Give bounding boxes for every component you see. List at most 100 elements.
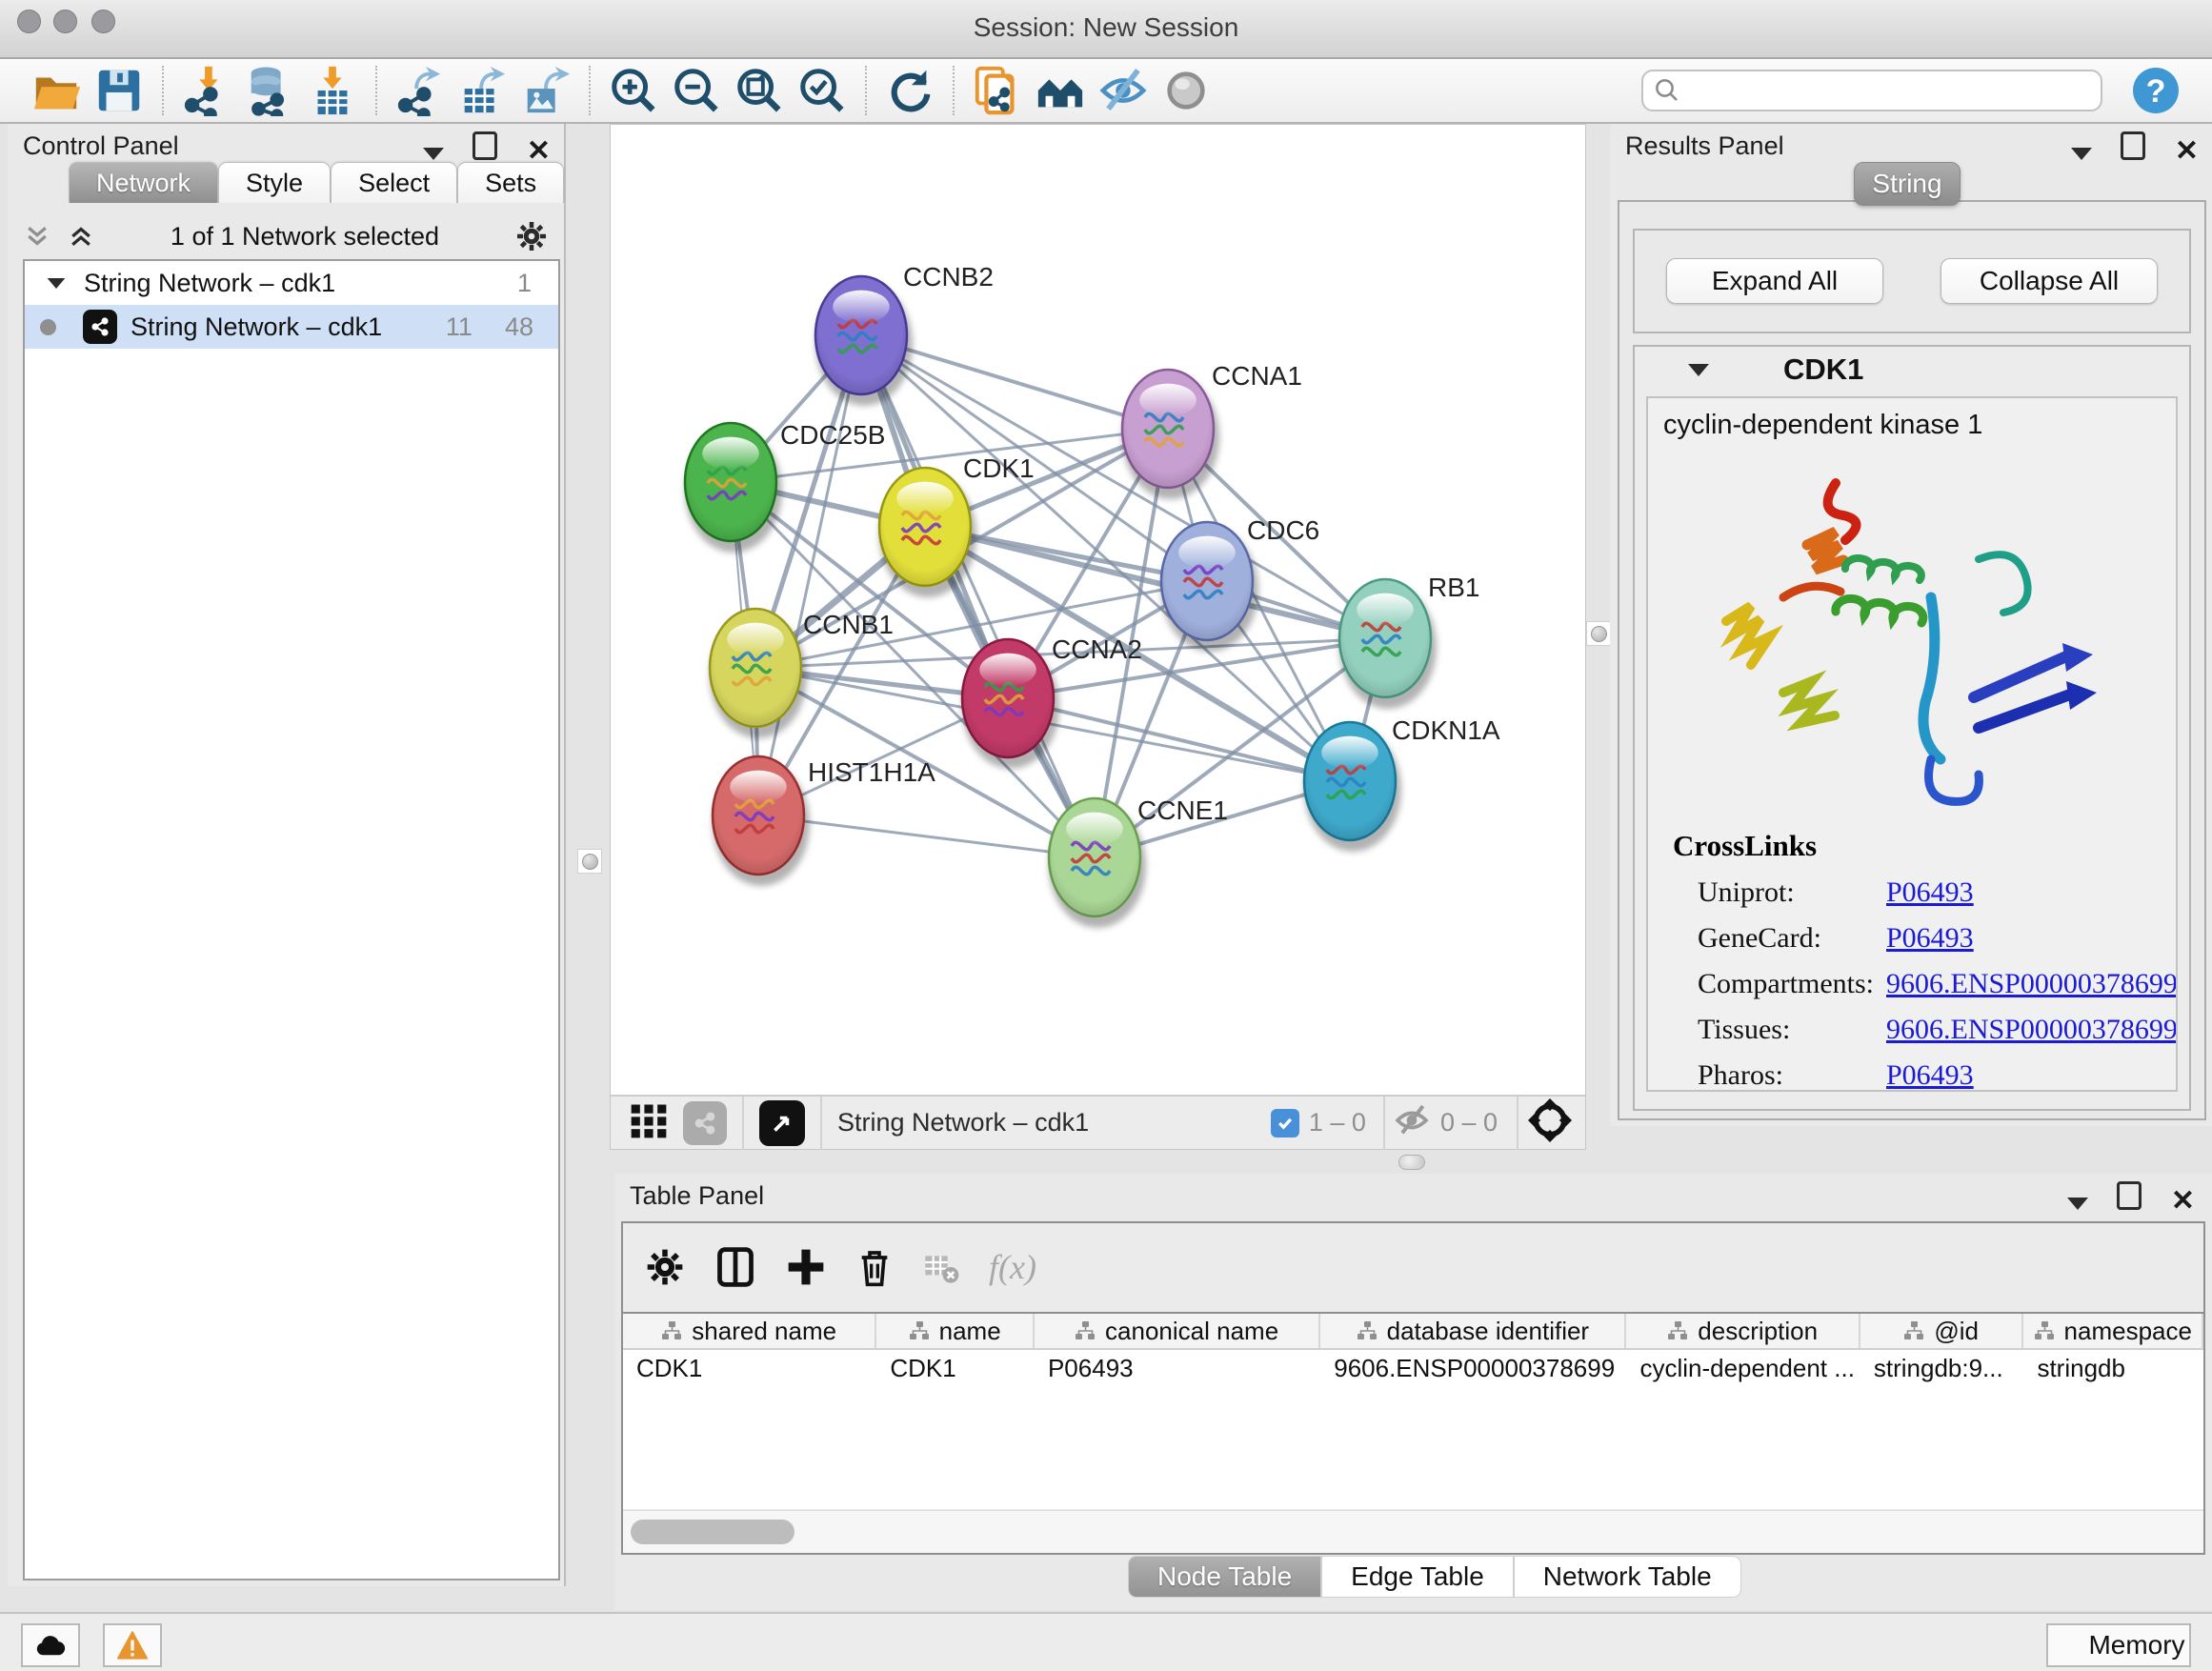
float-panel-icon[interactable]: [2121, 131, 2145, 160]
tab-edge-table[interactable]: Edge Table: [1321, 1556, 1514, 1598]
show-all-icon[interactable]: [1159, 64, 1213, 117]
tab-string[interactable]: String: [1854, 162, 1961, 206]
hidden-eye-icon[interactable]: [1393, 1101, 1431, 1144]
table-row[interactable]: CDK1CDK1P064939606.ENSP00000378699cyclin…: [623, 1350, 2203, 1386]
zoom-out-icon[interactable]: [670, 64, 723, 117]
import-table-file-icon[interactable]: [306, 64, 359, 117]
add-column-icon[interactable]: [785, 1246, 827, 1288]
network-row[interactable]: String Network – cdk1 11 48: [25, 305, 558, 349]
crosslink-link[interactable]: P06493: [1886, 1059, 1974, 1092]
selected-checkbox-icon[interactable]: [1271, 1109, 1299, 1137]
hide-selected-icon[interactable]: [1096, 64, 1150, 117]
collapse-panel-icon[interactable]: [2067, 1198, 2088, 1210]
tree-expand-icon[interactable]: [48, 277, 66, 288]
search-input[interactable]: [1681, 75, 2085, 107]
export-network-icon[interactable]: [393, 64, 447, 117]
pan-crosshair-icon[interactable]: [1528, 1098, 1572, 1147]
table-cell[interactable]: stringdb:9...: [1860, 1354, 2024, 1383]
tab-select[interactable]: Select: [331, 162, 457, 203]
network-node-CCNA1[interactable]: [1122, 370, 1219, 499]
column-header[interactable]: namespace: [2023, 1314, 2203, 1348]
close-panel-icon[interactable]: ✕: [527, 140, 551, 163]
network-edge[interactable]: [758, 335, 861, 815]
network-node-CDKN1A[interactable]: [1304, 722, 1401, 852]
horizontal-splitter-handle[interactable]: [1398, 1155, 1425, 1170]
tab-sets[interactable]: Sets: [457, 162, 564, 203]
collapse-panel-icon[interactable]: [423, 148, 444, 160]
table-cell[interactable]: stringdb: [2023, 1354, 2203, 1383]
right-splitter-handle[interactable]: [1586, 621, 1611, 646]
export-image-icon[interactable]: [519, 64, 573, 117]
left-splitter-handle[interactable]: [577, 849, 602, 874]
zoom-fit-icon[interactable]: [733, 64, 786, 117]
network-node-HIST1H1A[interactable]: [713, 756, 810, 886]
tab-style[interactable]: Style: [218, 162, 331, 203]
network-node-CCNB2[interactable]: [815, 276, 913, 406]
import-network-file-icon[interactable]: [180, 64, 233, 117]
import-network-database-icon[interactable]: [243, 64, 296, 117]
refresh-icon[interactable]: [883, 64, 936, 117]
table-cell[interactable]: CDK1: [876, 1354, 1035, 1383]
column-header[interactable]: shared name: [623, 1314, 876, 1348]
open-session-icon[interactable]: [30, 64, 83, 117]
expand-all-button[interactable]: Expand All: [1666, 258, 1883, 304]
node-table[interactable]: shared namenamecanonical namedatabase id…: [623, 1312, 2203, 1509]
network-view[interactable]: CCNB2CCNA1CDC25BCDK1CDC6RB1CCNB1CCNA2HIS…: [610, 124, 1586, 1150]
collapse-all-button[interactable]: Collapse All: [1941, 258, 2158, 304]
scrollbar-thumb[interactable]: [631, 1520, 794, 1544]
select-columns-icon[interactable]: [714, 1246, 756, 1288]
column-header[interactable]: description: [1626, 1314, 1860, 1348]
column-header[interactable]: name: [876, 1314, 1035, 1348]
column-header[interactable]: canonical name: [1035, 1314, 1320, 1348]
birds-eye-view-icon[interactable]: [759, 1100, 805, 1146]
memory-button[interactable]: Memory: [2046, 1623, 2191, 1667]
network-node-CCNE1[interactable]: [1049, 798, 1146, 928]
mini-scrollbar[interactable]: [1650, 1090, 1696, 1092]
float-panel-icon[interactable]: [473, 131, 497, 160]
column-header[interactable]: @id: [1860, 1314, 2024, 1348]
table-cell[interactable]: cyclin-dependent ...: [1626, 1354, 1860, 1383]
float-panel-icon[interactable]: [2117, 1181, 2142, 1210]
tab-node-table[interactable]: Node Table: [1128, 1556, 1321, 1598]
import-string-network-icon[interactable]: [971, 64, 1024, 117]
table-gear-icon[interactable]: [644, 1246, 686, 1288]
table-horizontal-scrollbar[interactable]: [623, 1510, 2203, 1553]
delete-column-icon[interactable]: [855, 1246, 894, 1288]
collapse-panel-icon[interactable]: [2071, 148, 2092, 160]
column-header[interactable]: database identifier: [1320, 1314, 1626, 1348]
search-field[interactable]: [1641, 70, 2102, 111]
string-view-icon[interactable]: [683, 1101, 727, 1145]
network-graph[interactable]: CCNB2CCNA1CDC25BCDK1CDC6RB1CCNB1CCNA2HIS…: [611, 125, 1585, 1095]
network-collection-row[interactable]: String Network – cdk1 1: [25, 261, 558, 305]
automation-cloud-button[interactable]: [21, 1623, 80, 1667]
table-cell[interactable]: P06493: [1035, 1354, 1320, 1383]
network-node-CCNA2[interactable]: [962, 639, 1059, 769]
expand-all-icon[interactable]: [67, 222, 95, 251]
tab-network-table[interactable]: Network Table: [1514, 1556, 1741, 1598]
network-node-CCNB1[interactable]: [710, 609, 807, 738]
gear-icon[interactable]: [514, 219, 549, 253]
help-icon[interactable]: ?: [2129, 64, 2182, 117]
tab-network[interactable]: Network: [69, 162, 218, 203]
crosslink-link[interactable]: 9606.ENSP00000378699: [1886, 1014, 2178, 1046]
crosslink-link[interactable]: 9606.ENSP00000378699: [1886, 968, 2178, 1000]
grid-view-icon[interactable]: [628, 1099, 670, 1146]
gene-card-header[interactable]: CDK1: [1635, 347, 2189, 393]
collapse-gene-icon[interactable]: [1688, 364, 1709, 376]
close-panel-icon[interactable]: ✕: [2171, 1190, 2195, 1213]
close-panel-icon[interactable]: ✕: [2175, 140, 2199, 163]
table-cell[interactable]: 9606.ENSP00000378699: [1320, 1354, 1626, 1383]
zoom-selected-icon[interactable]: [795, 64, 849, 117]
export-table-icon[interactable]: [456, 64, 510, 117]
network-node-CDC6[interactable]: [1161, 522, 1258, 652]
network-node-CDK1[interactable]: [879, 468, 976, 597]
network-node-RB1[interactable]: [1339, 579, 1437, 709]
crosslink-link[interactable]: P06493: [1886, 876, 1974, 909]
home-networks-icon[interactable]: [1034, 64, 1087, 117]
zoom-in-icon[interactable]: [607, 64, 660, 117]
save-session-icon[interactable]: [92, 64, 146, 117]
collapse-all-icon[interactable]: [23, 222, 51, 251]
table-cell[interactable]: CDK1: [623, 1354, 876, 1383]
crosslink-link[interactable]: P06493: [1886, 922, 1974, 955]
warning-button[interactable]: [103, 1623, 162, 1667]
